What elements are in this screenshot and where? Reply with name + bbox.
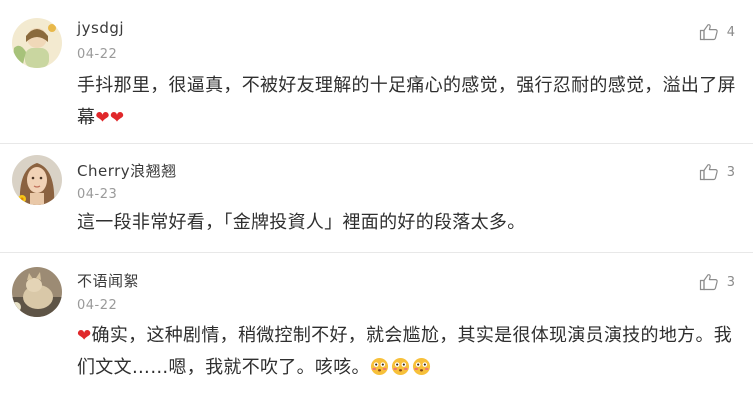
like-count: 3 (726, 274, 735, 290)
comment-item: Cherry浪翘翘 04-23 3 這一段非常好看，「金牌投資人」裡面的好的段落… (0, 144, 753, 253)
like-count: 4 (726, 24, 735, 40)
avatar[interactable] (12, 18, 62, 68)
red-heart-icon: ❤ (109, 108, 125, 128)
flushed-face-icon (370, 355, 389, 387)
username[interactable]: Cherry浪翘翘 (77, 160, 177, 181)
username[interactable]: jysdgj (77, 19, 124, 37)
thumbs-up-icon (699, 164, 718, 181)
avatar-illustration-icon (12, 18, 62, 68)
flushed-face-icon (391, 355, 410, 387)
comment-item: 不语闻絮 04-22 3 ❤确实，这种剧情，稍微控制不好，就会尴尬，其实是很体现… (0, 253, 753, 402)
red-heart-icon: ❤ (95, 108, 110, 128)
like-button[interactable]: 3 (699, 163, 735, 181)
avatar-portrait-icon (12, 155, 62, 205)
like-button[interactable]: 3 (699, 273, 735, 291)
thumbs-up-icon (699, 274, 718, 291)
comment-date: 04-23 (77, 187, 118, 202)
comment-text: 這一段非常好看，「金牌投資人」裡面的好的段落太多。 (77, 207, 739, 239)
avatar[interactable] (12, 155, 62, 205)
like-button[interactable]: 4 (699, 23, 735, 41)
red-heart-icon: ❤ (77, 326, 92, 346)
comment-text: ❤确实，这种剧情，稍微控制不好，就会尴尬，其实是很体现演员演技的地方。我们文文…… (77, 320, 739, 387)
comment-date: 04-22 (77, 298, 118, 313)
like-count: 3 (726, 164, 735, 180)
comment-item: jysdgj 04-22 4 手抖那里，很逼真，不被好友理解的十足痛心的感觉，强… (0, 0, 753, 144)
avatar[interactable] (12, 267, 62, 317)
thumbs-up-icon (699, 24, 718, 41)
comment-list: jysdgj 04-22 4 手抖那里，很逼真，不被好友理解的十足痛心的感觉，强… (0, 0, 753, 402)
avatar-cat-icon (12, 267, 62, 317)
comment-text-content: 手抖那里，很逼真，不被好友理解的十足痛心的感觉，强行忍耐的感觉，溢出了屏幕 (77, 75, 736, 128)
comment-text: 手抖那里，很逼真，不被好友理解的十足痛心的感觉，强行忍耐的感觉，溢出了屏幕❤❤ (77, 70, 739, 134)
username[interactable]: 不语闻絮 (77, 270, 139, 291)
comment-text-content: 這一段非常好看，「金牌投資人」裡面的好的段落太多。 (77, 212, 526, 233)
flushed-face-icon (412, 355, 431, 387)
comment-date: 04-22 (77, 47, 118, 62)
